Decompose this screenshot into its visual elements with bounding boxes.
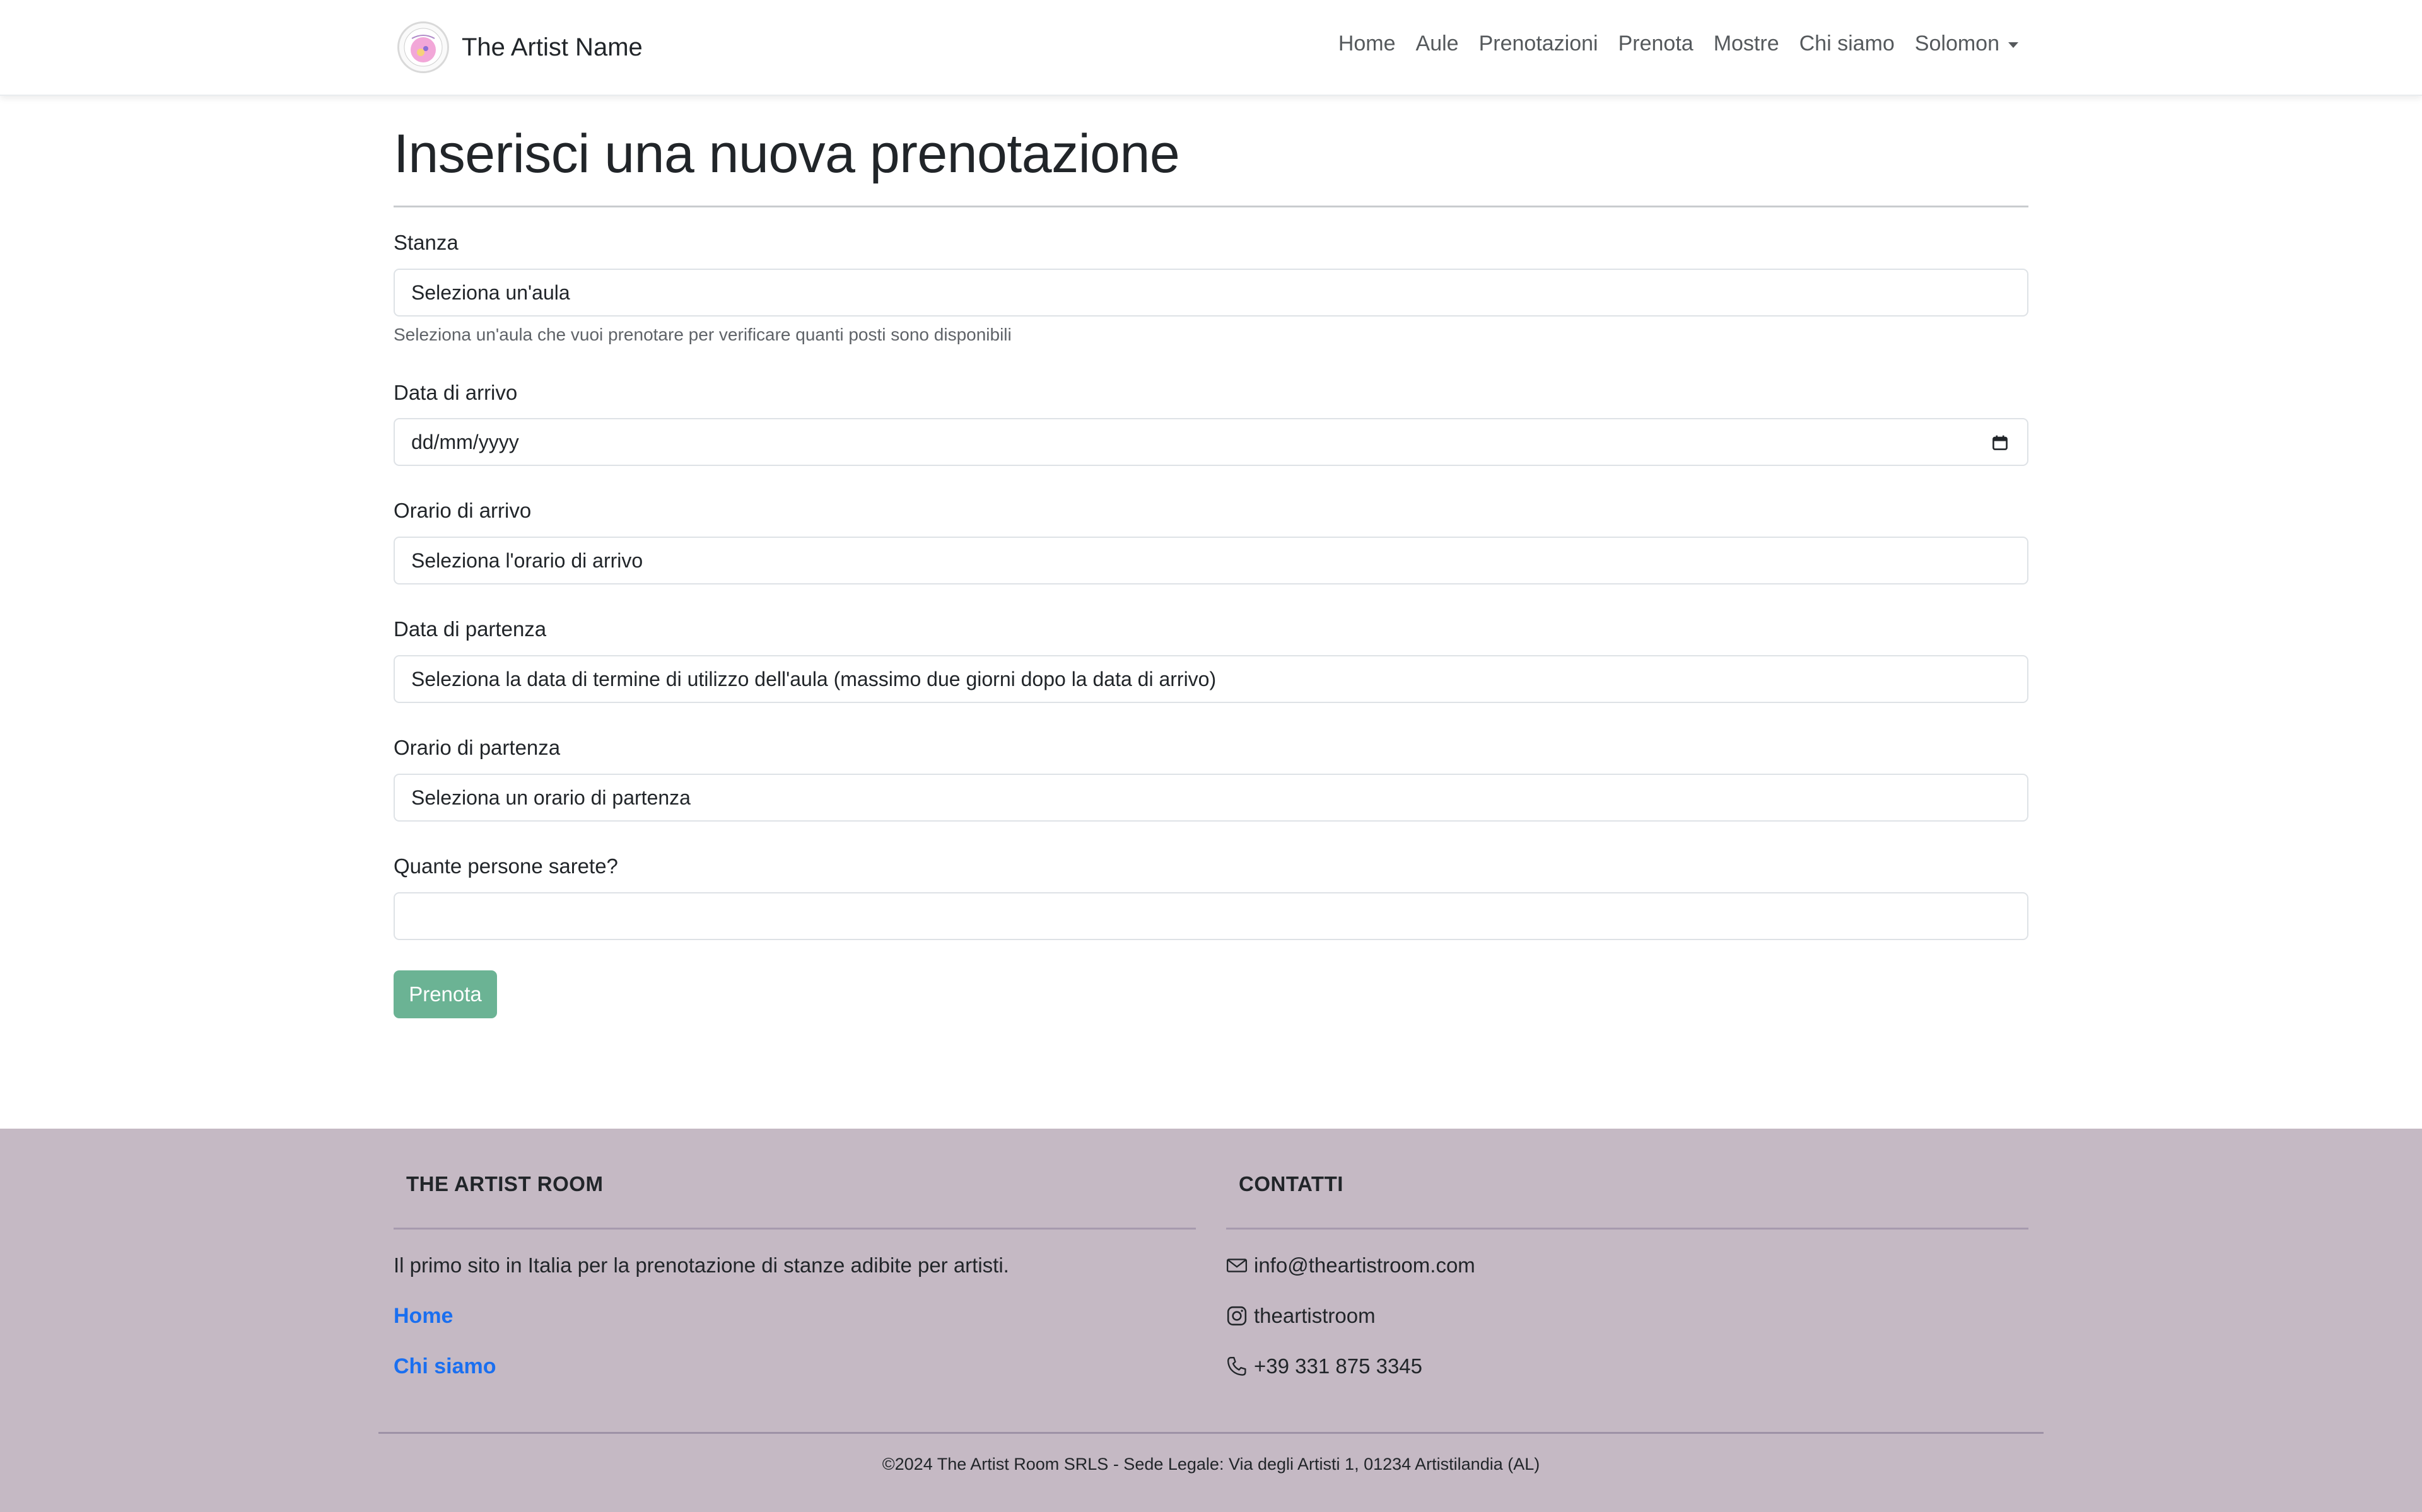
logo-icon xyxy=(397,21,449,73)
footer-brand-heading: THE ARTIST ROOM xyxy=(406,1172,604,1195)
instagram-icon xyxy=(1227,1306,1247,1326)
orario-partenza-label: Orario di partenza xyxy=(394,736,561,759)
data-partenza-value: Seleziona la data di termine di utilizzo… xyxy=(411,667,1217,690)
data-partenza-label: Data di partenza xyxy=(394,617,547,641)
footer-email-text: info@theartistroom.com xyxy=(1254,1253,1475,1277)
nav-prenotazioni[interactable]: Prenotazioni xyxy=(1479,32,1598,56)
footer-link-chi-siamo[interactable]: Chi siamo xyxy=(394,1354,496,1379)
stanza-label: Stanza xyxy=(394,231,459,254)
calendar-icon[interactable] xyxy=(1992,434,2008,451)
data-arrivo-label: Data di arrivo xyxy=(394,381,518,404)
data-partenza-select[interactable]: Seleziona la data di termine di utilizzo… xyxy=(394,655,2028,703)
nav-mostre[interactable]: Mostre xyxy=(1714,32,1779,56)
nav-home[interactable]: Home xyxy=(1338,32,1396,56)
footer: THE ARTIST ROOM Il primo sito in Italia … xyxy=(0,1129,2422,1512)
nav-chi-siamo[interactable]: Chi siamo xyxy=(1799,32,1895,56)
orario-partenza-value: Seleziona un orario di partenza xyxy=(411,786,691,809)
envelope-icon xyxy=(1226,1259,1248,1272)
footer-contacts-heading: CONTATTI xyxy=(1239,1172,1343,1195)
footer-phone-text: +39 331 875 3345 xyxy=(1254,1354,1423,1378)
persone-label: Quante persone sarete? xyxy=(394,854,618,878)
data-arrivo-input[interactable]: dd/mm/yyyy xyxy=(394,418,2028,466)
phone-icon xyxy=(1227,1357,1246,1376)
stanza-help-text: Seleziona un'aula che vuoi prenotare per… xyxy=(394,325,1012,344)
data-arrivo-placeholder: dd/mm/yyyy xyxy=(411,430,519,453)
footer-instagram-text: theartistroom xyxy=(1254,1304,1376,1327)
footer-email: info@theartistroom.com xyxy=(1226,1253,1475,1277)
orario-arrivo-select[interactable]: Seleziona l'orario di arrivo xyxy=(394,537,2028,584)
title-divider xyxy=(394,206,2028,207)
user-name: Solomon xyxy=(1914,32,1999,55)
footer-copyright: ©2024 The Artist Room SRLS - Sede Legale… xyxy=(882,1455,1540,1474)
chevron-down-icon xyxy=(2008,42,2018,48)
footer-description: Il primo sito in Italia per la prenotazi… xyxy=(394,1253,1009,1277)
footer-phone: +39 331 875 3345 xyxy=(1226,1354,1422,1378)
orario-arrivo-label: Orario di arrivo xyxy=(394,499,532,522)
orario-arrivo-value: Seleziona l'orario di arrivo xyxy=(411,549,643,572)
footer-link-home[interactable]: Home xyxy=(394,1304,453,1329)
orario-partenza-select[interactable]: Seleziona un orario di partenza xyxy=(394,774,2028,822)
user-dropdown[interactable]: Solomon xyxy=(1915,32,2018,56)
nav-aule[interactable]: Aule xyxy=(1416,32,1459,56)
navbar: The Artist Name Home Aule Prenotazioni P… xyxy=(0,0,2422,96)
footer-bottom-divider xyxy=(378,1432,2044,1434)
nav-prenota[interactable]: Prenota xyxy=(1618,32,1694,56)
brand-name: The Artist Name xyxy=(462,33,643,61)
stanza-select-value: Seleziona un'aula xyxy=(411,281,570,304)
main-nav: Home Aule Prenotazioni Prenota Mostre Ch… xyxy=(1338,32,2018,56)
brand-link[interactable]: The Artist Name xyxy=(397,19,643,76)
footer-instagram: theartistroom xyxy=(1226,1304,1376,1328)
persone-input[interactable] xyxy=(394,892,2028,940)
prenota-submit-button[interactable]: Prenota xyxy=(394,970,497,1018)
footer-divider-left xyxy=(394,1228,1196,1230)
stanza-select[interactable]: Seleziona un'aula xyxy=(394,269,2028,317)
page-title: Inserisci una nuova prenotazione xyxy=(394,124,1180,184)
footer-divider-right xyxy=(1226,1228,2028,1230)
